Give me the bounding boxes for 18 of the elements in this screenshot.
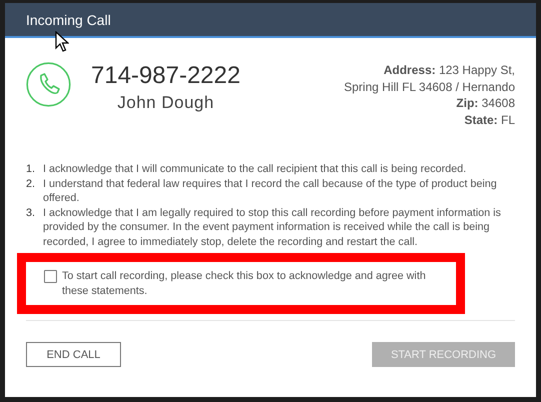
phone-number: 714-987-2222 [91,62,240,90]
list-number: 3. [26,206,36,220]
statement-text: I acknowledge that I will communicate to the call recipient that this call is being recorded. [43,162,468,176]
checkbox[interactable] [44,270,57,283]
checkbox-label: To start call recording, please check this box to acknowledge and agree with these statements. [62,269,427,299]
address-line: Address: 123 Happy St, [384,62,515,78]
list-number: 1. [26,162,36,176]
zip-text: Zip: 34608 [456,95,515,112]
mouse-cursor-icon [55,31,69,53]
end-call-button[interactable]: END CALL [26,342,121,367]
window-title: Incoming Call [26,12,111,28]
state-text: State: FL [464,112,515,128]
statement-text: I understand that federal law requires that I record the call because of the type of product being offered. [43,176,498,206]
statement-text: I acknowledge that I am legally required to stop this call recording before payment information is provided by the consumer. In the event payment information is received while the call is being recorded, I agree to immediately stop, delete the recording and restart the call. [43,206,502,249]
list-number: 2. [26,176,36,192]
address-line: Spring Hill FL 34608 / Hernando [344,78,515,95]
caller-name: John Dough [117,93,214,113]
phone-icon [26,62,71,107]
